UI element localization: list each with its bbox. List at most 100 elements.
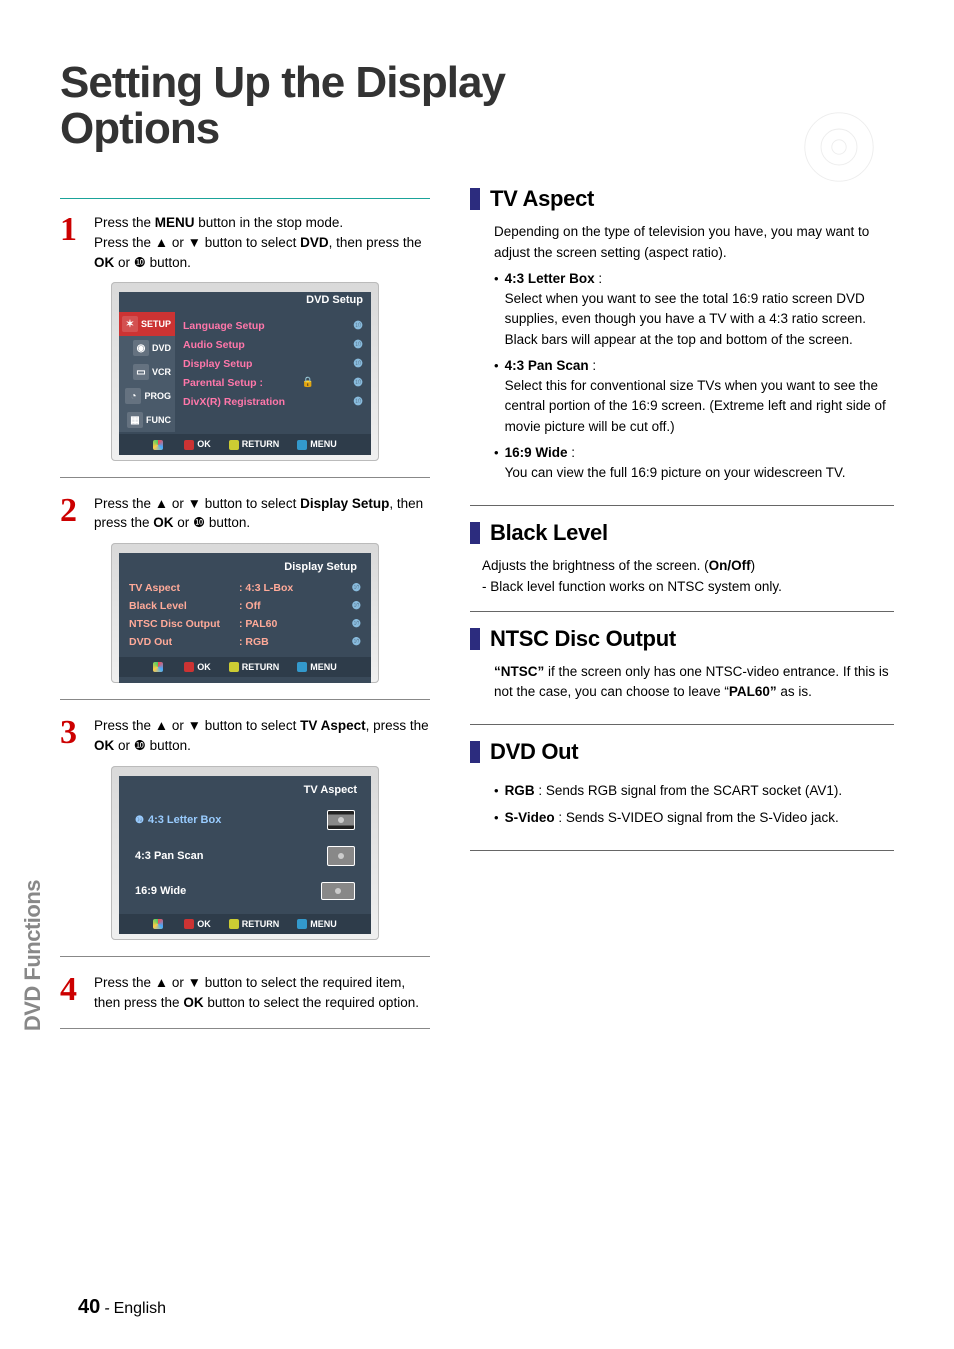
footer-language: English <box>114 1300 166 1317</box>
aspect-wide-icon <box>321 882 355 900</box>
chevron-right-icon: ❿ <box>353 376 363 389</box>
section-black-level: Black Level <box>470 520 894 546</box>
page-title: Setting Up the Display Options <box>60 60 894 152</box>
divider <box>60 1028 430 1029</box>
chevron-right-icon: ❿ <box>352 582 361 594</box>
row-divx: DivX(R) Registration❿ <box>181 392 365 411</box>
play-marker-icon: ❿ <box>135 815 144 826</box>
divider <box>60 956 430 957</box>
side-func: ▦FUNC <box>119 408 175 432</box>
bullet-169-wide: • 16:9 Wide : You can view the full 16:9… <box>494 443 894 484</box>
osd-header: Display Setup <box>129 559 361 579</box>
osd-display-setup: Display Setup TV Aspect: 4:3 L-Box❿ Blac… <box>111 543 379 684</box>
divider <box>470 505 894 506</box>
chevron-right-icon: ❿ <box>353 395 363 408</box>
legend-ok: OK <box>184 439 211 450</box>
osd-tv-aspect: TV Aspect ❿4:3 Letter Box 4:3 Pan Scan 1… <box>111 766 379 941</box>
step-text: Press the ▲ or ▼ button to select Displa… <box>94 494 430 533</box>
disc-icon: ◉ <box>133 340 149 356</box>
move-icon <box>153 919 166 930</box>
osd-main: Language Setup❿ Audio Setup❿ Display Set… <box>175 312 371 432</box>
row-black-level: Black Level: Off❿ <box>129 597 361 615</box>
side-tab: DVD Functions <box>20 880 46 1031</box>
section-title: NTSC Disc Output <box>490 626 676 652</box>
disc-decoration-icon <box>794 102 884 192</box>
bullet-icon: • <box>494 356 499 437</box>
legend-ok: OK <box>184 919 211 930</box>
section-title: TV Aspect <box>490 186 594 212</box>
bullet-43-letterbox: • 4:3 Letter Box : Select when you want … <box>494 269 894 350</box>
lock-icon: 🔒 <box>302 377 314 388</box>
row-43-panscan: 4:3 Pan Scan <box>129 838 361 874</box>
row-ntsc-output: NTSC Disc Output: PAL60❿ <box>129 615 361 633</box>
osd-sidebar: ✶SETUP ◉DVD ▭VCR ◔PROG ▦FUNC <box>119 312 175 432</box>
divider <box>60 477 430 478</box>
step-3: 3 Press the ▲ or ▼ button to select TV A… <box>60 716 430 755</box>
side-vcr: ▭VCR <box>119 360 175 384</box>
left-column: 1 Press the MENU button in the stop mode… <box>60 180 430 1045</box>
divider <box>60 198 430 199</box>
row-dvd-out: DVD Out: RGB❿ <box>129 633 361 651</box>
legend-menu: MENU <box>297 662 337 673</box>
divider <box>470 724 894 725</box>
section-ntsc-output: NTSC Disc Output <box>470 626 894 652</box>
legend-return: RETURN <box>229 662 280 673</box>
row-tv-aspect: TV Aspect: 4:3 L-Box❿ <box>129 579 361 597</box>
section-body: “NTSC” if the screen only has one NTSC-v… <box>470 652 894 703</box>
section-bar-icon <box>470 628 480 650</box>
row-169-wide: 16:9 Wide <box>129 874 361 908</box>
page-number: 40 <box>78 1296 100 1318</box>
tape-icon: ▭ <box>133 364 149 380</box>
intro-text: Depending on the type of television you … <box>494 222 894 263</box>
section-bar-icon <box>470 188 480 210</box>
step-number: 3 <box>60 716 82 755</box>
move-icon <box>153 662 166 673</box>
section-bar-icon <box>470 522 480 544</box>
section-title: Black Level <box>490 520 608 546</box>
osd-header: DVD Setup <box>119 292 371 312</box>
divider <box>60 699 430 700</box>
step-number: 4 <box>60 973 82 1012</box>
osd-legend: OK RETURN MENU <box>119 914 371 935</box>
chevron-right-icon: ❿ <box>352 618 361 630</box>
row-audio-setup: Audio Setup❿ <box>181 335 365 354</box>
right-column: TV Aspect Depending on the type of telev… <box>470 180 894 1045</box>
legend-menu: MENU <box>297 919 337 930</box>
row-language-setup: Language Setup❿ <box>181 316 365 335</box>
chevron-right-icon: ❿ <box>352 600 361 612</box>
osd-header: TV Aspect <box>129 782 361 802</box>
step-text: Press the ▲ or ▼ button to select the re… <box>94 973 430 1012</box>
clock-icon: ◔ <box>125 388 141 404</box>
title-line-2: Options <box>60 104 219 153</box>
row-parental-setup: Parental Setup :🔒❿ <box>181 373 365 392</box>
grid-icon: ▦ <box>127 412 143 428</box>
chevron-right-icon: ❿ <box>353 319 363 332</box>
section-dvd-out: DVD Out <box>470 739 894 765</box>
section-body: • RGB : Sends RGB signal from the SCART … <box>470 765 894 828</box>
legend-menu: MENU <box>297 439 337 450</box>
step-number: 1 <box>60 213 82 272</box>
osd-legend: OK RETURN MENU <box>119 434 371 455</box>
bullet-icon: • <box>494 269 499 350</box>
step-number: 2 <box>60 494 82 533</box>
step-4: 4 Press the ▲ or ▼ button to select the … <box>60 973 430 1012</box>
bullet-43-panscan: • 4:3 Pan Scan : Select this for convent… <box>494 356 894 437</box>
divider <box>470 611 894 612</box>
section-title: DVD Out <box>490 739 578 765</box>
bullet-icon: • <box>494 443 499 484</box>
legend-return: RETURN <box>229 919 280 930</box>
legend-ok: OK <box>184 662 211 673</box>
chevron-right-icon: ❿ <box>353 338 363 351</box>
side-setup: ✶SETUP <box>119 312 175 336</box>
divider <box>470 850 894 851</box>
step-text: Press the ▲ or ▼ button to select TV Asp… <box>94 716 430 755</box>
side-prog: ◔PROG <box>119 384 175 408</box>
chevron-right-icon: ❿ <box>352 636 361 648</box>
step-2: 2 Press the ▲ or ▼ button to select Disp… <box>60 494 430 533</box>
gear-icon: ✶ <box>122 316 138 332</box>
bullet-icon: • <box>494 808 499 828</box>
section-bar-icon <box>470 741 480 763</box>
title-line-1: Setting Up the Display <box>60 58 505 107</box>
row-display-setup: Display Setup❿ <box>181 354 365 373</box>
bullet-rgb: • RGB : Sends RGB signal from the SCART … <box>494 781 894 801</box>
